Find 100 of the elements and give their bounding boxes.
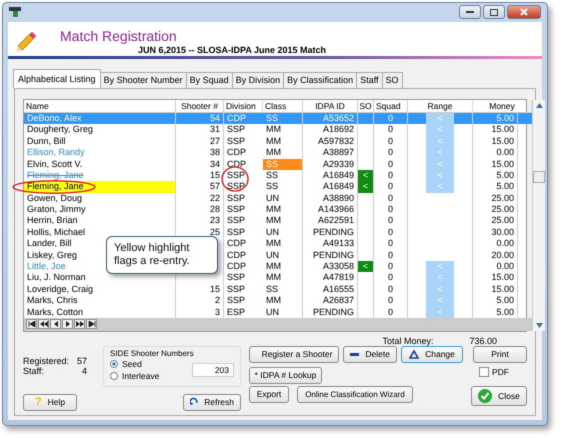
table-cell: Graton, Jimmy [24, 204, 176, 216]
table-cell: MM [263, 272, 303, 284]
table-cell: 5.00 [473, 295, 518, 307]
table-cell: 15.00 [473, 136, 518, 148]
record-nav-button[interactable] [50, 318, 61, 329]
table-cell: 0 [374, 204, 408, 216]
table-cell: Ellison, Randy [24, 147, 176, 159]
range-flag: < [426, 284, 454, 296]
table-cell: MM [263, 204, 303, 216]
refresh-button[interactable]: Refresh [183, 394, 241, 411]
radio-option[interactable]: Interleave [110, 370, 160, 382]
range-flag: < [426, 272, 454, 284]
table-cell: PENDING [303, 226, 358, 238]
table-cell: 15.00 [473, 272, 518, 284]
register-shooter-button[interactable]: Register a Shooter [249, 346, 339, 363]
range-flag: < [426, 181, 454, 193]
idpa-lookup-button[interactable]: * IDPA # Lookup [249, 366, 322, 384]
print-button[interactable]: Print [473, 346, 527, 363]
record-nav-button[interactable] [26, 318, 37, 329]
tab[interactable]: SO [382, 72, 403, 88]
close-button[interactable] [507, 5, 541, 20]
column-header[interactable]: Class [263, 100, 303, 112]
table-cell: 0 [374, 272, 408, 284]
total-money-value: 736.00 [469, 336, 497, 346]
table-cell: A49133 [303, 238, 358, 250]
range-flag: < [426, 306, 454, 318]
table-cell-text: CDP [226, 147, 248, 159]
table-cell-text: CDP [226, 238, 248, 250]
column-header[interactable]: SO [358, 100, 374, 112]
group-title: SIDE Shooter Numbers [110, 348, 195, 358]
nav-arrow-icon [76, 320, 84, 327]
record-nav-button[interactable] [86, 318, 97, 329]
column-header[interactable]: IDPA ID [303, 100, 358, 112]
record-nav-button[interactable] [38, 318, 49, 329]
column-header[interactable]: Division [224, 100, 263, 112]
minimize-button[interactable] [459, 5, 481, 20]
table-cell: 34 [176, 158, 224, 170]
table-cell: A143966 [303, 204, 358, 216]
range-flag: < [426, 124, 454, 136]
table-cell: SS [263, 158, 303, 170]
table-cell: A16555 [303, 284, 358, 296]
table-cell: A53652 [303, 112, 358, 124]
range-flag: < [426, 136, 454, 148]
count-value: 4 [82, 366, 87, 376]
table-cell: 0 [374, 238, 408, 250]
count-label: Staff: [23, 366, 44, 376]
table-cell: 0 [374, 147, 408, 159]
column-header[interactable]: Shooter # [176, 100, 224, 112]
record-nav-button[interactable] [62, 318, 73, 329]
scroll-down-icon[interactable] [536, 322, 542, 328]
scroll-up-icon[interactable] [536, 102, 542, 108]
close-window-button[interactable]: Close [471, 386, 527, 406]
nav-arrow-icon [88, 320, 96, 327]
count-value: 57 [76, 356, 87, 366]
so-flag: < [358, 170, 374, 182]
table-cell: Dougherty, Greg [24, 124, 176, 136]
column-header[interactable]: Name [24, 100, 176, 112]
tab[interactable]: By Classification [283, 72, 358, 88]
table-cell: 15.00 [473, 284, 518, 296]
table-cell: Dunn, Bill [24, 136, 176, 148]
help-button[interactable]: ? Help [23, 394, 77, 411]
table-cell: 0.00 [473, 261, 518, 272]
delete-button[interactable]: Delete [343, 346, 397, 363]
window-title: Match Registration [60, 28, 178, 44]
pdf-checkbox[interactable]: PDF [479, 366, 509, 377]
table-cell: 0 [374, 250, 408, 262]
tab[interactable]: Alphabetical Listing [13, 68, 101, 88]
table-cell: 5.00 [473, 181, 518, 193]
table-cell-text: SSP [226, 272, 246, 284]
table-cell-text: CDP [226, 250, 248, 262]
radio-option[interactable]: Seed [110, 358, 160, 370]
table-cell-text: SSP [226, 124, 246, 136]
change-button[interactable]: Change [401, 346, 463, 363]
help-icon: ? [34, 396, 42, 408]
count-label: Registered: [23, 356, 70, 366]
table-cell: MM [263, 124, 303, 136]
classification-wizard-button[interactable]: Online Classification Wizard [297, 386, 413, 403]
table-cell: SS [263, 170, 303, 182]
tab[interactable]: By Division [232, 72, 284, 88]
table-cell: 0 [374, 136, 408, 148]
table-cell: 0 [374, 284, 408, 296]
column-header[interactable]: Squad [374, 100, 408, 112]
tab[interactable]: By Shooter Number [100, 72, 187, 88]
table-cell: A38890 [303, 192, 358, 204]
scroll-thumb[interactable] [533, 170, 545, 183]
table-cell-text: SSP [226, 192, 246, 204]
table-cell: A622591 [303, 215, 358, 227]
table-cell-text: CDP [226, 112, 248, 124]
table-cell: SS [263, 112, 303, 124]
table-cell: 20.00 [473, 250, 518, 262]
column-header[interactable]: Range [408, 100, 473, 112]
so-flag: < [358, 261, 374, 272]
seed-field[interactable]: 203 [192, 362, 234, 377]
range-flag: < [426, 261, 454, 272]
record-nav-button[interactable] [74, 318, 85, 329]
tab[interactable]: By Squad [186, 72, 233, 88]
maximize-button[interactable] [483, 5, 505, 20]
table-cell: UN [263, 226, 303, 238]
table-cell: 0 [374, 170, 408, 182]
export-button[interactable]: Export [249, 386, 289, 403]
